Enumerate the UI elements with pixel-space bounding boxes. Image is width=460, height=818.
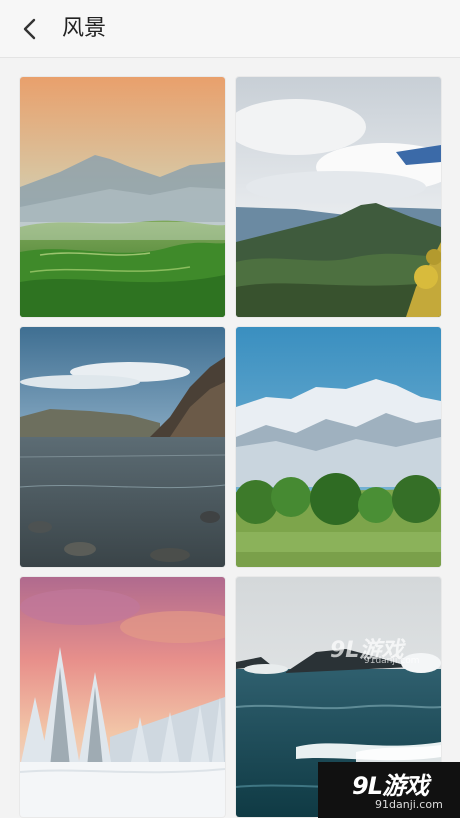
app-header: 风景 [0,0,460,58]
landscape-image [236,327,441,567]
landscape-image [20,77,225,317]
page-title: 风景 [62,16,107,41]
back-button[interactable] [14,13,46,45]
watermark-url: 91danji.com [375,798,443,811]
landscape-image [20,577,225,817]
wallpaper-thumbnail[interactable] [20,327,225,567]
chevron-left-icon [23,18,36,40]
wallpaper-grid [0,58,460,818]
wallpaper-thumbnail[interactable] [236,327,441,567]
watermark-url: 91danji.com [364,656,420,666]
wallpaper-thumbnail[interactable] [20,77,225,317]
landscape-image [236,77,441,317]
wallpaper-thumbnail[interactable] [236,77,441,317]
watermark-badge: 9L游戏 91danji.com [318,762,460,818]
watermark-overlay: 9L游戏 91danji.com [320,630,430,670]
watermark-logo: 9L游戏 [352,772,429,800]
landscape-image [20,327,225,567]
wallpaper-thumbnail[interactable] [20,577,225,817]
